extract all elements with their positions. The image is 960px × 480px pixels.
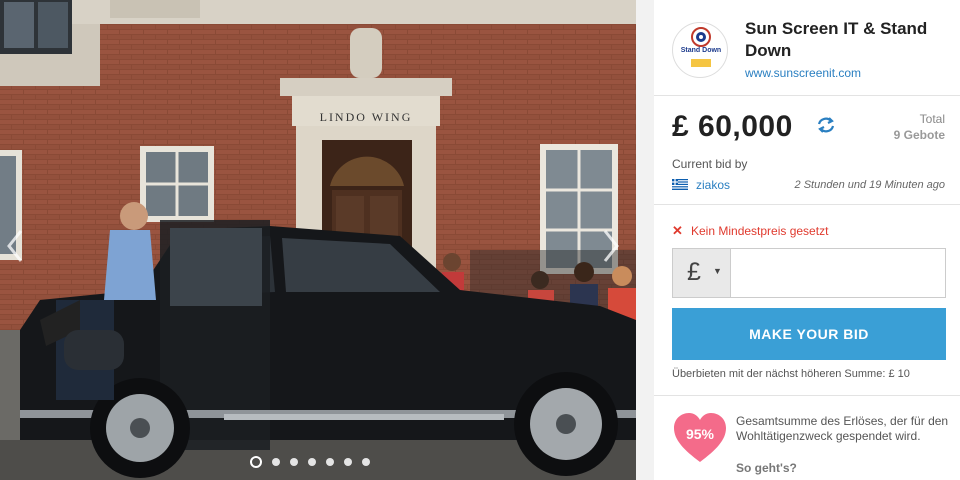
bid-time: 2 Stunden und 19 Minuten ago [794, 179, 945, 191]
gallery-dot[interactable] [344, 458, 352, 466]
chevron-right-icon[interactable] [600, 228, 622, 264]
photo-gallery[interactable]: LINDO WING [0, 0, 636, 480]
gallery-dot[interactable] [308, 458, 316, 466]
bidder-link[interactable]: ziakos [696, 178, 730, 192]
bid-input-group: £ ▼ [672, 248, 946, 298]
close-icon: ✕ [672, 223, 683, 238]
chevron-left-icon[interactable] [4, 228, 26, 264]
currency-symbol: £ [687, 258, 701, 286]
gallery-pagination [250, 456, 370, 468]
increment-note: Überbieten mit der nächst höheren Summe:… [672, 368, 910, 380]
charity-description: Gesamtsumme des Erlöses, der für den Woh… [736, 414, 949, 443]
make-bid-button[interactable]: MAKE YOUR BID [672, 308, 946, 360]
divider [654, 395, 960, 396]
auction-page: LINDO WING Stand Down Sun Screen IT & St… [0, 0, 960, 480]
bid-panel: £ 60,000 Total 9 Gebote Current bid by z… [654, 0, 960, 480]
current-price: £ 60,000 [672, 110, 793, 143]
caret-down-icon: ▼ [713, 266, 722, 276]
bid-amount-input[interactable] [732, 249, 945, 297]
auction-photo: LINDO WING [0, 0, 636, 480]
total-label: Total [919, 112, 945, 126]
refresh-icon[interactable] [816, 116, 836, 134]
reserve-status: Kein Mindestpreis gesetzt [691, 224, 829, 238]
current-bid-label: Current bid by [672, 157, 748, 171]
building-sign: LINDO WING [320, 110, 413, 124]
currency-select[interactable]: £ ▼ [673, 249, 731, 297]
greece-flag-icon [672, 179, 688, 190]
gallery-dot[interactable] [272, 458, 280, 466]
charity-percent: 95% [685, 426, 715, 442]
how-it-works-link[interactable]: So geht's? [736, 461, 797, 475]
bid-count: 9 Gebote [893, 128, 945, 142]
gallery-dot[interactable] [362, 458, 370, 466]
gallery-dot[interactable] [326, 458, 334, 466]
gallery-dot-active[interactable] [250, 456, 262, 468]
gallery-dot[interactable] [290, 458, 298, 466]
